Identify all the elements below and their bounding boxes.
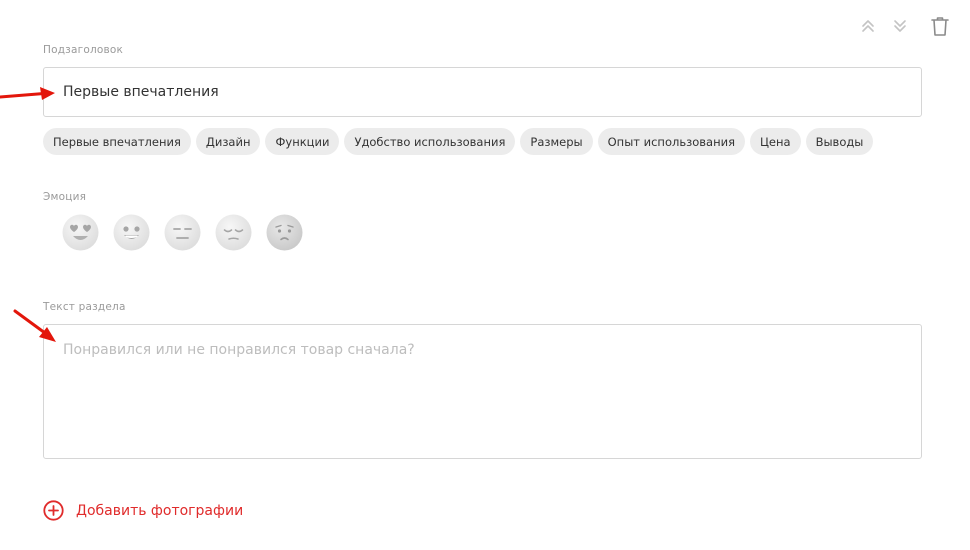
sad-emoji-icon[interactable] [266, 214, 303, 251]
section-toolbar [856, 14, 956, 38]
chevron-double-up-icon [862, 20, 874, 32]
chip-design[interactable]: Дизайн [195, 128, 261, 155]
emotion-label: Эмоция [43, 191, 87, 203]
chip-usability[interactable]: Удобство использования [344, 128, 516, 155]
add-photos-label: Добавить фотографии [76, 502, 244, 519]
chevron-double-down-icon [894, 20, 906, 32]
grinning-emoji-icon[interactable] [113, 214, 150, 251]
subtitle-input[interactable]: Первые впечатления [43, 67, 922, 117]
chip-functions[interactable]: Функции [265, 128, 340, 155]
delete-section-button[interactable] [928, 14, 952, 38]
emotion-picker [62, 214, 303, 251]
subtitle-suggestion-chips: Первые впечатления Дизайн Функции Удобст… [43, 128, 874, 155]
trash-icon [931, 17, 949, 36]
heart-eyes-emoji-icon[interactable] [62, 214, 99, 251]
chip-price[interactable]: Цена [750, 128, 801, 155]
move-up-button[interactable] [856, 14, 880, 38]
chip-conclusions[interactable]: Выводы [805, 128, 874, 155]
relieved-emoji-icon[interactable] [215, 214, 252, 251]
section-text-textarea[interactable]: Понравился или не понравился товар снача… [43, 324, 922, 459]
section-text-placeholder: Понравился или не понравился товар снача… [63, 342, 415, 358]
neutral-emoji-icon[interactable] [164, 214, 201, 251]
chip-experience[interactable]: Опыт использования [597, 128, 745, 155]
chip-sizes[interactable]: Размеры [520, 128, 593, 155]
add-photos-button[interactable]: Добавить фотографии [43, 500, 243, 521]
plus-circle-icon [43, 500, 64, 521]
move-down-button[interactable] [888, 14, 912, 38]
section-text-label: Текст раздела [43, 301, 126, 313]
chip-first-impressions[interactable]: Первые впечатления [43, 128, 191, 155]
subtitle-label: Подзаголовок [43, 44, 124, 56]
subtitle-input-value: Первые впечатления [63, 84, 219, 100]
